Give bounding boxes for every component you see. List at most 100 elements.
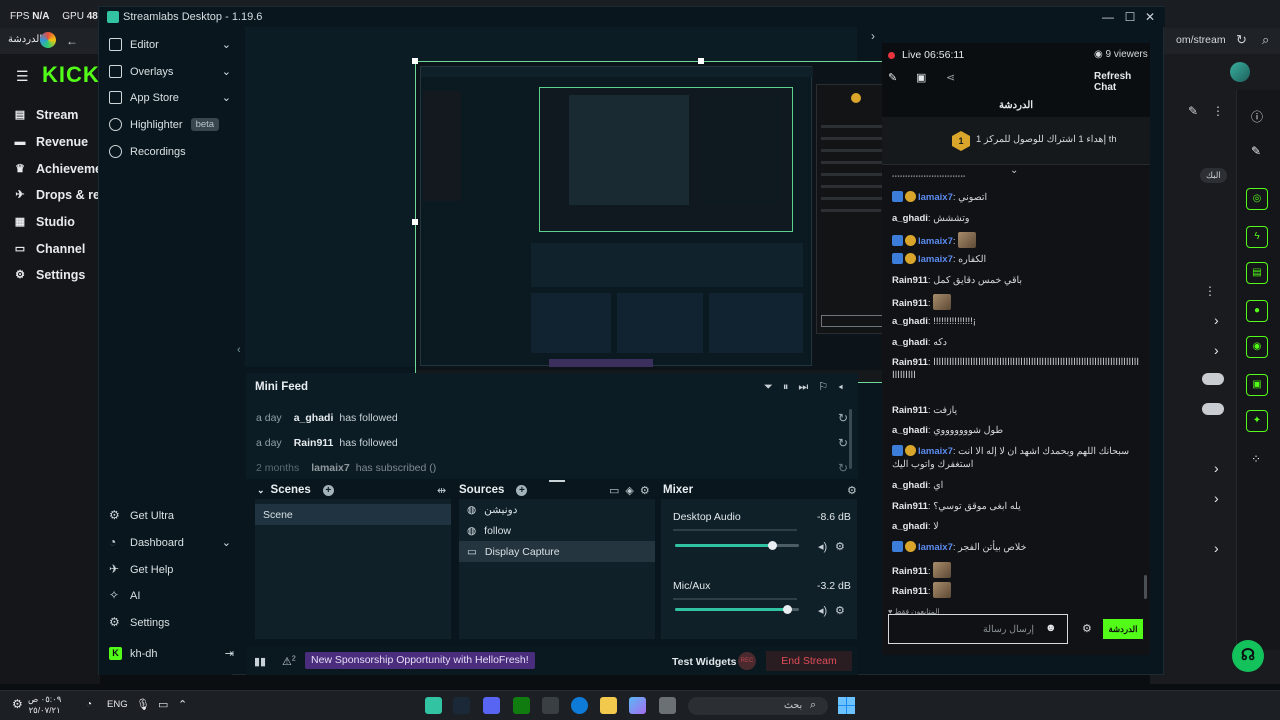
kick-chevron-1[interactable]: › (1214, 312, 1219, 328)
mixer-settings-icon[interactable]: ⚙ (847, 484, 857, 497)
source-item[interactable]: ◍ follow (459, 520, 655, 541)
chat-scrollbar[interactable] (1144, 575, 1147, 599)
tool-1-icon[interactable]: ◎ (1246, 188, 1268, 210)
layout-icon[interactable]: ▣ (1246, 374, 1268, 396)
chat-settings-icon[interactable]: ⚙ (1082, 622, 1092, 635)
collapse-right-icon[interactable]: › (871, 29, 875, 43)
notification-bell-icon[interactable]: ◔ (86, 699, 92, 710)
filter-icon[interactable]: ⏷ (764, 381, 783, 393)
maximize-icon[interactable]: ☐ (1123, 10, 1137, 24)
kick-user-avatar[interactable] (1230, 62, 1250, 82)
address-bar[interactable]: om/stream (1176, 34, 1226, 46)
pen-icon[interactable]: ✎ (1251, 144, 1261, 158)
kick-nav-settings[interactable]: ⚙ Settings (14, 268, 85, 282)
gear-icon[interactable]: ⚙ (835, 540, 845, 553)
info-icon[interactable]: ⓘ (1251, 108, 1263, 125)
scene-item[interactable]: Scene (255, 504, 451, 525)
kick-chip[interactable]: البك (1200, 168, 1227, 183)
kick-more-icon-2[interactable]: ⋮ (1204, 284, 1216, 298)
resize-handle[interactable] (412, 58, 418, 64)
clock[interactable]: ٠٥:٠٩ ص ٢٥/٠٧/٢١ (28, 694, 61, 716)
add-source-icon[interactable]: + (516, 484, 528, 496)
kick-nav-stream[interactable]: ▤ Stream (14, 108, 79, 122)
kick-chevron-5[interactable]: › (1214, 540, 1219, 556)
drag-handle[interactable] (549, 480, 565, 482)
kick-edit-icon[interactable]: ✎ (1188, 104, 1198, 118)
chat-input[interactable]: إرسال رسالة ☻ (888, 614, 1068, 644)
minimize-icon[interactable]: — (1101, 10, 1115, 24)
skip-icon[interactable]: ⏭ (798, 381, 818, 393)
browser-avatar-icon[interactable] (40, 32, 56, 48)
nav-overlays[interactable]: Overlays ⌄ (109, 65, 231, 78)
file-explorer-icon[interactable] (600, 697, 617, 714)
replay-icon[interactable]: ↻ (838, 436, 848, 450)
resize-handle[interactable] (698, 58, 704, 64)
tab-search-icon[interactable]: ⌕ (1262, 32, 1269, 48)
collapse-pinned-icon[interactable]: ⌄ (1010, 165, 1018, 176)
store-taskbar-icon[interactable] (542, 697, 559, 714)
kick-nav-achievements[interactable]: ♛ Achievemer (14, 162, 107, 176)
kick-nav-studio[interactable]: ▦ Studio (14, 215, 75, 229)
wrench-icon[interactable]: ✦ (1246, 410, 1268, 432)
broadcast-icon[interactable]: ◉ (1246, 336, 1268, 358)
browser-tab[interactable]: الدردشة (8, 34, 42, 45)
nav-app-store[interactable]: App Store ⌄ (109, 91, 231, 104)
close-icon[interactable]: ✕ (1143, 10, 1157, 24)
store-icon[interactable]: ▣ (916, 71, 926, 84)
taskbar-search[interactable]: بحث ⌕ (688, 697, 828, 715)
add-scene-icon[interactable]: + (322, 484, 334, 496)
streamlabs-taskbar-icon[interactable] (425, 697, 442, 714)
replay-icon[interactable]: ↻ (838, 411, 848, 425)
group-icon[interactable]: ◈ (625, 485, 639, 497)
kick-nav-drops[interactable]: ✈ Drops & rew (14, 188, 109, 202)
source-item[interactable]: ▭ Display Capture (459, 541, 655, 562)
test-widgets-button[interactable]: Test Widgets (672, 656, 736, 668)
emoji-icon[interactable]: ☻ (1045, 622, 1057, 634)
pause-icon[interactable]: ⏸ (783, 381, 799, 393)
stats-icon[interactable]: ▮▮ (254, 655, 266, 668)
lightning-icon[interactable]: ϟ (1246, 226, 1268, 248)
nav-recordings[interactable]: Recordings (109, 145, 186, 158)
volume-slider-desktop[interactable] (675, 541, 799, 550)
nav-settings[interactable]: ⚙ Settings (109, 616, 170, 629)
task-view-icon[interactable] (659, 697, 676, 714)
nav-editor[interactable]: Editor ⌄ (109, 38, 231, 51)
notifications-icon[interactable]: ⚠2 (282, 655, 296, 668)
volume-knob[interactable] (782, 605, 792, 614)
apps-icon[interactable]: ⁘ (1251, 452, 1261, 466)
kick-chevron-4[interactable]: › (1214, 490, 1219, 506)
source-item[interactable]: ◍ دونيشن (459, 499, 655, 520)
tray-expand-icon[interactable]: ⌃ (178, 698, 187, 711)
kick-nav-revenue[interactable]: ▬ Revenue (14, 135, 89, 149)
refresh-chat-button[interactable]: Refresh Chat (1094, 71, 1150, 93)
chevron-down-icon[interactable]: ⌄ (257, 485, 265, 496)
nav-highlighter[interactable]: Highlighter beta (109, 118, 220, 131)
mute-alerts-icon[interactable]: ⚐ (818, 381, 838, 393)
send-chat-button[interactable]: الدردشة (1103, 619, 1143, 639)
mini-feed-scrollbar[interactable] (849, 409, 852, 469)
resize-handle[interactable] (412, 219, 418, 225)
steam-icon[interactable] (453, 697, 470, 714)
collapse-left-icon[interactable]: ‹ (237, 344, 241, 356)
nav-get-help[interactable]: ✈ Get Help (109, 563, 173, 576)
volume-icon[interactable]: ◂ (838, 381, 853, 393)
reload-icon[interactable]: ↻ (1236, 32, 1247, 48)
xbox-icon[interactable] (513, 697, 530, 714)
rec-button[interactable]: REC (738, 652, 756, 670)
copilot-icon[interactable]: ⚙ (12, 697, 23, 711)
kick-nav-channel[interactable]: ▭ Channel (14, 242, 86, 256)
kick-toggle-2[interactable] (1202, 403, 1224, 415)
chat-icon[interactable]: ● (1246, 300, 1268, 322)
back-icon[interactable]: ← (66, 34, 78, 48)
edit-stream-icon[interactable]: ✎ (888, 71, 897, 84)
scene-transition-icon[interactable]: ⇹ (437, 484, 446, 497)
mic-icon[interactable]: 🎙 (136, 698, 150, 711)
share-icon[interactable]: ⋖ (946, 71, 955, 84)
account-item[interactable]: K kh-dh ⇥ (109, 647, 234, 660)
kick-logo[interactable]: KICK (42, 62, 100, 88)
language-indicator[interactable]: ENG (107, 699, 128, 710)
replay-icon[interactable]: ↻ (838, 461, 848, 475)
nav-get-ultra[interactable]: ⚙ Get Ultra (109, 509, 174, 522)
end-stream-button[interactable]: End Stream (766, 651, 852, 671)
menu-icon[interactable]: ☰ (16, 68, 29, 85)
